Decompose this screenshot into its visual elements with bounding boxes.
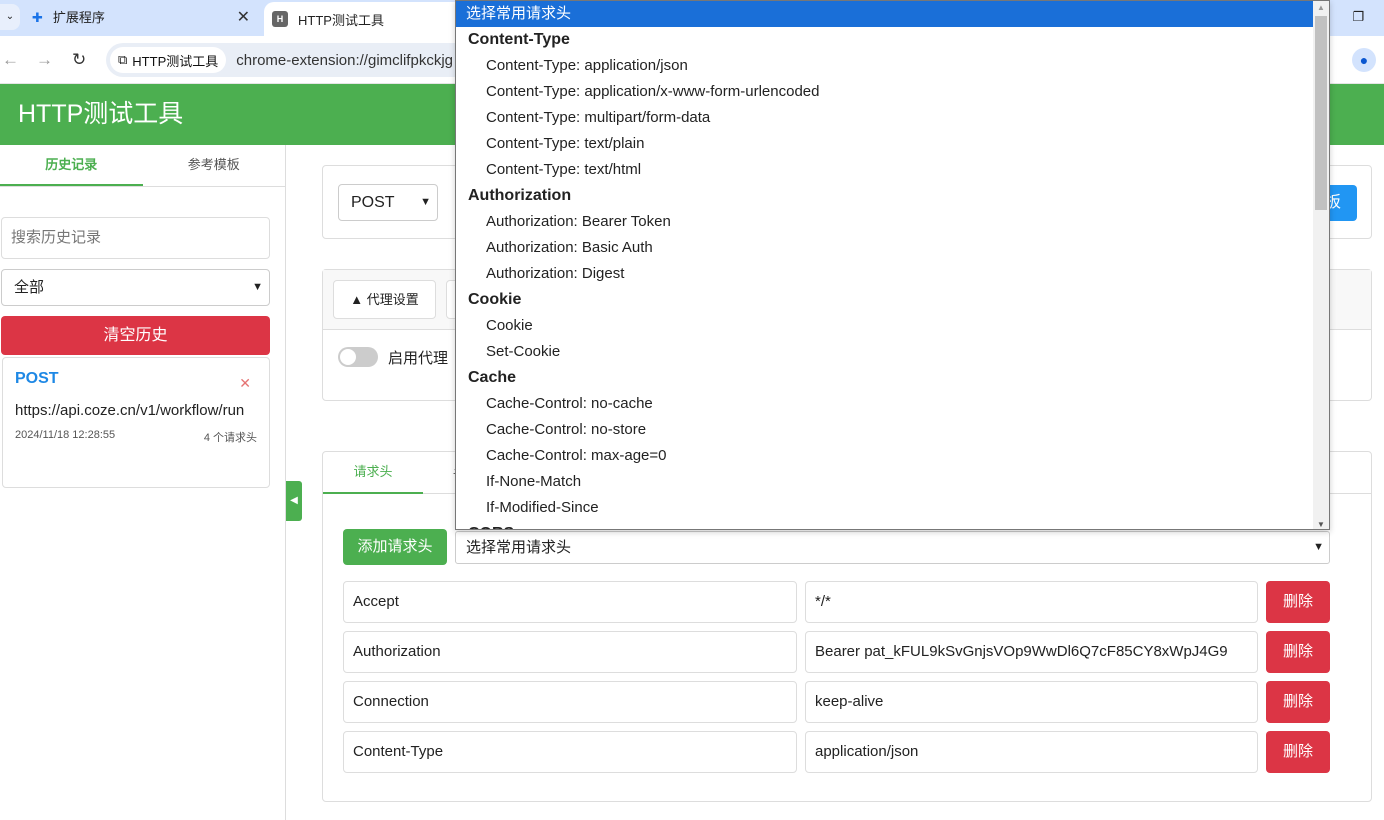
chevron-down-icon: ▼ [1313, 541, 1324, 553]
dropdown-option[interactable]: Cache-Control: no-store [456, 417, 1329, 443]
common-headers-select[interactable]: 选择常用请求头 ▼ [455, 531, 1330, 564]
extension-icon: ⧉ [118, 52, 128, 67]
tab-title: 扩展程序 [52, 10, 105, 25]
dropdown-group-label: CORS [456, 521, 1329, 529]
scroll-down-icon[interactable]: ▼ [1313, 520, 1329, 529]
history-header-count: 4 个请求头 [203, 432, 257, 444]
delete-header-button[interactable]: 删除 [1266, 581, 1330, 623]
tab-search-button[interactable]: ⌄ [0, 4, 20, 30]
history-url: https://api.coze.cn/v1/workflow/run [15, 402, 245, 419]
profile-avatar-icon[interactable]: ● [1352, 48, 1376, 72]
dropdown-group-label: Content-Type [468, 31, 570, 48]
header-value-input[interactable]: application/json [805, 731, 1258, 773]
tab-history[interactable]: 历史记录 [0, 145, 143, 186]
forward-icon[interactable]: → [36, 50, 53, 70]
dropdown-option[interactable]: Cache-Control: max-age=0 [456, 443, 1329, 469]
dropdown-option[interactable]: Content-Type: multipart/form-data [456, 105, 1329, 131]
url-text: chrome-extension://gimclifpkckjg [236, 51, 453, 69]
tab-headers[interactable]: 请求头 [323, 452, 423, 494]
tab-title: HTTP测试工具 [298, 12, 384, 28]
collapse-sidebar-button[interactable]: ◀ [286, 481, 302, 521]
sidebar: 历史记录 参考模板 搜索历史记录 全部 ▼ 清空历史 POST ✕ https:/… [0, 145, 286, 820]
select-value: 选择常用请求头 [466, 539, 572, 556]
delete-header-button[interactable]: 删除 [1266, 631, 1330, 673]
dropdown-option[interactable]: Authorization: Bearer Token [456, 209, 1329, 235]
method-select[interactable]: POST ▼ [338, 184, 438, 221]
dropdown-option[interactable]: Content-Type: application/json [456, 53, 1329, 79]
chevron-down-icon: ▼ [420, 196, 431, 208]
delete-history-icon[interactable]: ✕ [239, 375, 251, 392]
dropdown-group-label: Cache [468, 369, 517, 386]
delete-header-button[interactable]: 删除 [1266, 681, 1330, 723]
dropdown-option[interactable]: Cookie [456, 313, 1329, 339]
filter-value: 全部 [14, 279, 45, 296]
browser-tab-extensions[interactable]: ✚ 扩展程序 ✕ [32, 4, 260, 32]
reload-icon[interactable]: ↻ [72, 50, 86, 70]
header-key-input[interactable]: Content-Type [343, 731, 797, 773]
add-header-button[interactable]: 添加请求头 [343, 529, 447, 565]
dropdown-option[interactable]: If-Modified-Since [456, 495, 1329, 521]
proxy-settings-toggle[interactable]: ▲ 代理设置 [333, 280, 436, 319]
history-filter-select[interactable]: 全部 ▼ [1, 269, 270, 306]
dropdown-option[interactable]: Authorization: Digest [456, 261, 1329, 287]
header-key-input[interactable]: Connection [343, 681, 797, 723]
dropdown-option[interactable]: Cache-Control: no-cache [456, 391, 1329, 417]
dropdown-option-selected[interactable]: 选择常用请求头 [456, 1, 1329, 27]
clear-history-button[interactable]: 清空历史 [1, 316, 270, 355]
dropdown-group-label: Authorization [468, 187, 572, 204]
header-row: Accept */* 删除 [343, 581, 1330, 623]
dropdown-option[interactable]: Content-Type: application/x-www-form-url… [456, 79, 1329, 105]
site-info-chip[interactable]: ⧉ HTTP测试工具 [110, 47, 227, 73]
header-row: Connection keep-alive 删除 [343, 681, 1330, 723]
header-key-input[interactable]: Accept [343, 581, 797, 623]
header-row: Content-Type application/json 删除 [343, 731, 1330, 773]
enable-proxy-switch[interactable] [338, 347, 378, 367]
dropdown-option[interactable]: Content-Type: text/plain [456, 131, 1329, 157]
scroll-up-icon[interactable]: ▲ [1313, 1, 1329, 15]
history-search-input[interactable]: 搜索历史记录 [1, 217, 270, 259]
method-value: POST [351, 194, 395, 211]
dropdown-scrollbar[interactable]: ▲ ▼ [1313, 1, 1329, 529]
close-tab-icon[interactable]: ✕ [237, 4, 250, 32]
history-item[interactable]: POST ✕ https://api.coze.cn/v1/workflow/r… [2, 357, 270, 488]
favicon: H [272, 11, 288, 27]
back-icon[interactable]: ← [2, 50, 19, 70]
restore-window-icon[interactable]: ❐ [1352, 9, 1364, 25]
header-value-input[interactable]: keep-alive [805, 681, 1258, 723]
dropdown-option[interactable]: Content-Type: text/html [456, 157, 1329, 183]
tab-templates[interactable]: 参考模板 [143, 145, 286, 186]
header-key-input[interactable]: Authorization [343, 631, 797, 673]
dropdown-group-label: Cookie [468, 291, 522, 308]
site-chip-label: HTTP测试工具 [132, 53, 219, 69]
history-time: 2024/11/18 12:28:55 [15, 429, 116, 441]
puzzle-icon: ✚ [32, 10, 43, 25]
enable-proxy-label: 启用代理 [388, 350, 449, 367]
history-method: POST [15, 370, 59, 387]
common-headers-dropdown: 选择常用请求头 Content-Type Content-Type: applica… [455, 0, 1330, 530]
header-row: Authorization Bearer pat_kFUL9kSvGnjsVOp9… [343, 631, 1330, 673]
header-value-input[interactable]: Bearer pat_kFUL9kSvGnjsVOp9WwDl6Q7cF85CY… [805, 631, 1258, 673]
chevron-down-icon: ▼ [252, 281, 263, 293]
delete-header-button[interactable]: 删除 [1266, 731, 1330, 773]
header-value-input[interactable]: */* [805, 581, 1258, 623]
dropdown-option[interactable]: Authorization: Basic Auth [456, 235, 1329, 261]
dropdown-option[interactable]: Set-Cookie [456, 339, 1329, 365]
dropdown-option[interactable]: If-None-Match [456, 469, 1329, 495]
scrollbar-thumb[interactable] [1315, 16, 1327, 210]
browser-tab-http-tool[interactable]: H HTTP测试工具 [264, 2, 464, 36]
